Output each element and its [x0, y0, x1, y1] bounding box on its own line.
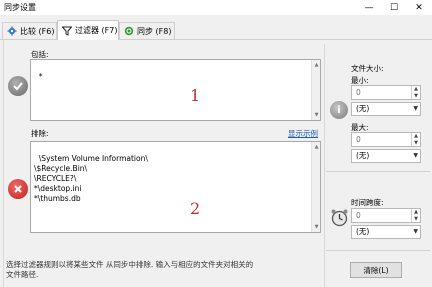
info-icon: i: [330, 101, 348, 119]
checkmark-icon: [8, 76, 28, 96]
annotation-number-1: 1: [190, 86, 201, 105]
scroll-down-icon[interactable]: ▼: [313, 223, 320, 231]
stepper-down-icon[interactable]: ▼: [412, 93, 420, 100]
max-size-value: 0: [356, 135, 361, 144]
max-size-unit-select[interactable]: (无) ▼: [351, 149, 421, 163]
stepper-down-icon[interactable]: ▼: [412, 140, 420, 147]
tab-sync-label: 同步 (F8): [137, 26, 172, 36]
chevron-down-icon: ▼: [413, 228, 418, 235]
exclude-label: 排除:: [31, 129, 49, 138]
tab-compare[interactable]: 比较 (F6): [2, 22, 57, 39]
close-button[interactable]: ✕: [407, 0, 431, 15]
close-icon: ✕: [415, 2, 423, 13]
clear-button[interactable]: 清除(L): [350, 262, 402, 278]
clear-button-label: 清除(L): [363, 265, 389, 275]
exclude-scrollbar[interactable]: ▲ ▼: [311, 142, 320, 232]
time-span-input[interactable]: 0 ▲ ▼: [351, 208, 421, 223]
include-scrollbar[interactable]: ▲ ▼: [311, 60, 320, 120]
sync-icon: [124, 26, 134, 36]
include-textarea[interactable]: * ▲ ▼: [30, 59, 321, 121]
min-size-unit: (无): [356, 104, 370, 113]
max-size-unit: (无): [356, 151, 370, 160]
tab-filter[interactable]: 过滤器 (F7): [57, 20, 119, 40]
annotation-number-2: 2: [190, 199, 201, 218]
scroll-down-icon[interactable]: ▼: [313, 111, 320, 119]
section-divider: [326, 250, 430, 251]
stepper-down-icon[interactable]: ▼: [412, 216, 420, 223]
filter-icon: [62, 26, 72, 36]
time-span-unit-select[interactable]: (无) ▼: [351, 225, 421, 239]
file-size-heading: 文件大小:: [351, 64, 384, 73]
time-span-stepper[interactable]: ▲ ▼: [411, 209, 420, 222]
time-span-value: 0: [356, 211, 361, 220]
minimize-icon: —: [364, 2, 374, 13]
minimize-button[interactable]: —: [357, 0, 381, 15]
panel-divider: [324, 44, 325, 287]
window-title: 同步设置: [4, 3, 36, 12]
chevron-down-icon: ▼: [413, 152, 418, 159]
max-size-input[interactable]: 0 ▲ ▼: [351, 132, 421, 147]
include-text: *: [38, 72, 43, 81]
min-size-value: 0: [356, 88, 361, 97]
cross-icon: [8, 179, 28, 199]
alarm-clock-icon: [330, 208, 349, 227]
title-bar: 同步设置 — ☐ ✕: [0, 0, 432, 15]
exclude-text: \System Volume Information\ \$Recycle.Bi…: [34, 154, 148, 203]
tab-filter-label: 过滤器 (F7): [75, 26, 118, 35]
exclude-textarea[interactable]: \System Volume Information\ \$Recycle.Bi…: [30, 141, 321, 233]
tab-sync[interactable]: 同步 (F8): [119, 22, 175, 39]
time-span-unit: (无): [356, 227, 370, 236]
filter-hint-text: 选择过滤器规则以将某些文件 从同步中排除. 输入与相应的文件夹对相关的 文件路径…: [6, 260, 254, 279]
chevron-down-icon: ▼: [413, 105, 418, 112]
maximize-icon: ☐: [389, 2, 399, 13]
maximize-button[interactable]: ☐: [382, 0, 406, 15]
min-size-unit-select[interactable]: (无) ▼: [351, 102, 421, 116]
tab-compare-label: 比较 (F6): [20, 26, 55, 36]
max-size-stepper[interactable]: ▲ ▼: [411, 133, 420, 146]
min-size-input[interactable]: 0 ▲ ▼: [351, 85, 421, 100]
section-divider: [326, 171, 430, 172]
min-size-stepper[interactable]: ▲ ▼: [411, 86, 420, 99]
gear-icon: [7, 26, 17, 36]
scroll-up-icon[interactable]: ▲: [313, 143, 320, 151]
scroll-up-icon[interactable]: ▲: [313, 61, 320, 69]
show-examples-link[interactable]: 显示示例: [288, 128, 318, 139]
time-span-heading: 时间跨度:: [351, 198, 384, 207]
